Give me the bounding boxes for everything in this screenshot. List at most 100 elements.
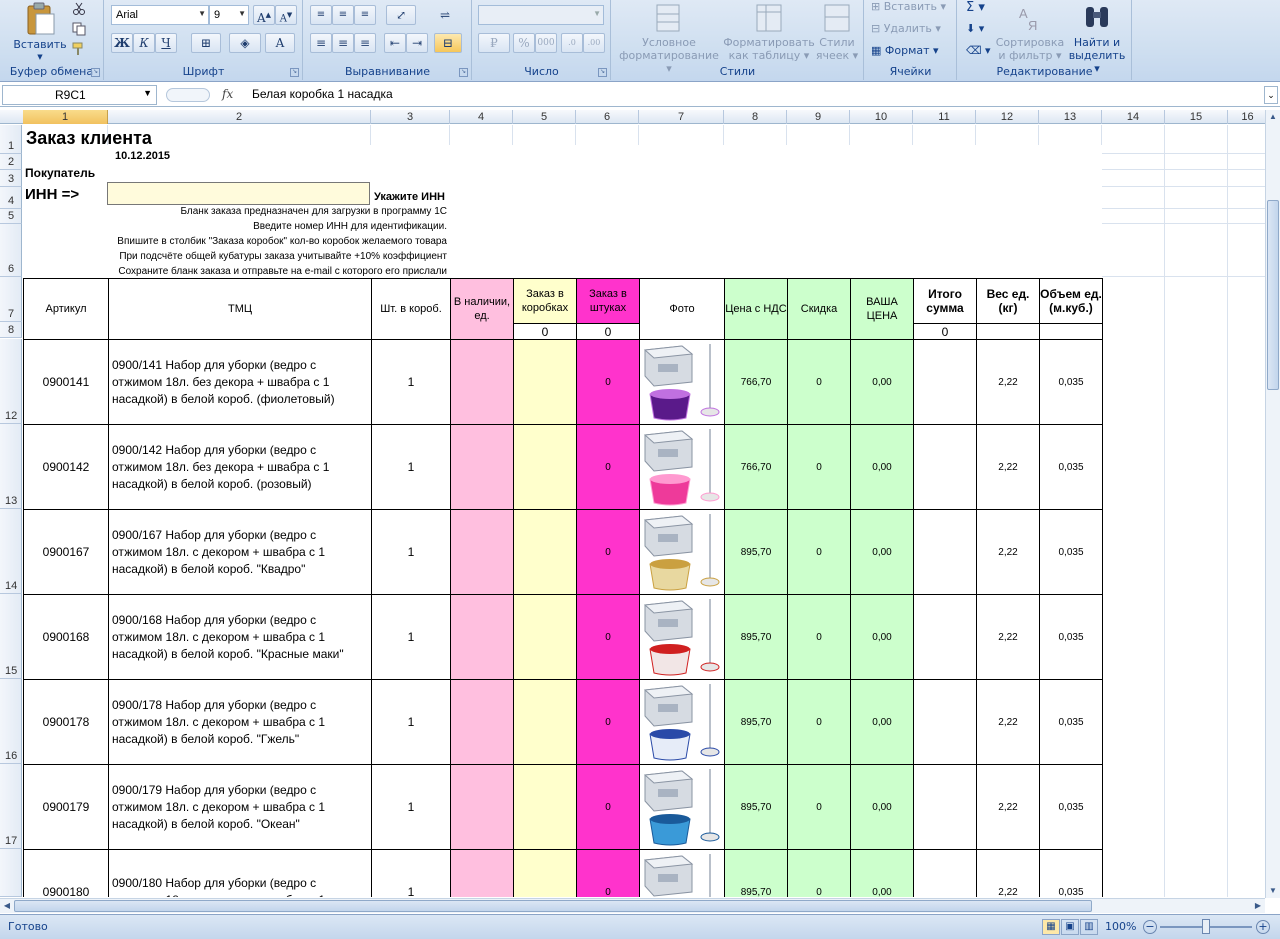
bold-button[interactable]: Ж [111, 33, 133, 53]
font-name-combo[interactable]: Arial ▼ [111, 5, 209, 25]
price-cell[interactable]: 766,70 [724, 339, 788, 425]
orientation-button[interactable]: ⤢ [386, 5, 416, 25]
font-size-combo[interactable]: 9 ▼ [209, 5, 249, 25]
column-header[interactable]: 1 [23, 110, 108, 124]
order-boxes-cell[interactable] [513, 849, 577, 897]
row-header[interactable]: 13 [0, 424, 22, 509]
volume-cell[interactable]: 0,035 [1039, 424, 1103, 510]
volume-cell[interactable]: 0,035 [1039, 679, 1103, 765]
vertical-scroll-thumb[interactable] [1267, 200, 1279, 390]
article-cell[interactable]: 0900179 [23, 764, 109, 850]
price-cell[interactable]: 895,70 [724, 509, 788, 595]
header-per-box[interactable]: Шт. в короб. [371, 278, 451, 340]
column-header[interactable]: 12 [976, 110, 1039, 124]
column-header[interactable]: 13 [1039, 110, 1102, 124]
total-cell[interactable] [913, 594, 977, 680]
price-cell[interactable]: 895,70 [724, 849, 788, 897]
article-cell[interactable]: 0900180 [23, 849, 109, 897]
weight-cell[interactable]: 2,22 [976, 424, 1040, 510]
align-bottom-button[interactable]: ≡ [354, 5, 376, 25]
borders-button[interactable]: ⊞ [191, 33, 221, 53]
note-line[interactable]: Сохраните бланк заказа и отправьте на e-… [118, 266, 447, 277]
zoom-slider-thumb[interactable] [1202, 919, 1210, 934]
product-name-cell[interactable]: 0900/179 Набор для уборки (ведро с отжим… [108, 764, 372, 850]
row-header[interactable]: 6 [0, 224, 22, 277]
per-box-cell[interactable]: 1 [371, 339, 451, 425]
horizontal-scrollbar[interactable]: ◀ ▶ [0, 898, 1265, 913]
your-price-cell[interactable]: 0,00 [850, 509, 914, 595]
total-cell[interactable] [913, 509, 977, 595]
page-break-view-icon[interactable]: ▥ [1080, 919, 1098, 935]
fill-button[interactable]: ⬇ ▾ [966, 22, 984, 35]
weight-cell[interactable]: 2,22 [976, 849, 1040, 897]
header-price[interactable]: Цена с НДС [724, 278, 788, 340]
chevron-down-icon[interactable]: ▼ [143, 88, 152, 98]
align-center-button[interactable]: ≡ [332, 33, 354, 53]
formula-input[interactable]: Белая коробка 1 насадка [252, 87, 393, 101]
order-pcs-cell[interactable]: 0 [576, 764, 640, 850]
header-total[interactable]: Итого сумма [913, 278, 977, 324]
decrease-decimal-button[interactable]: .00 [583, 33, 605, 53]
price-cell[interactable]: 766,70 [724, 424, 788, 510]
normal-view-icon[interactable]: ▦ [1042, 919, 1060, 935]
in-stock-cell[interactable] [450, 509, 514, 595]
discount-cell[interactable]: 0 [787, 594, 851, 680]
volume-cell[interactable]: 0,035 [1039, 339, 1103, 425]
header-photo[interactable]: Фото [639, 278, 725, 340]
order-boxes-cell[interactable] [513, 594, 577, 680]
your-price-cell[interactable]: 0,00 [850, 424, 914, 510]
column-header[interactable]: 7 [639, 110, 724, 124]
total-volume[interactable] [1039, 323, 1103, 340]
scroll-right-icon[interactable]: ▶ [1251, 899, 1265, 913]
article-cell[interactable]: 0900167 [23, 509, 109, 595]
alignment-launcher-icon[interactable]: ↘ [459, 68, 468, 77]
product-photo-cell[interactable] [639, 679, 725, 765]
product-photo-cell[interactable] [639, 424, 725, 510]
column-header[interactable]: 11 [913, 110, 976, 124]
inn-hint[interactable]: Укажите ИНН [374, 191, 445, 203]
in-stock-cell[interactable] [450, 339, 514, 425]
grand-total[interactable]: 0 [913, 323, 977, 340]
order-boxes-cell[interactable] [513, 424, 577, 510]
fill-color-button[interactable]: ◈ [229, 33, 261, 53]
number-launcher-icon[interactable]: ↘ [598, 68, 607, 77]
discount-cell[interactable]: 0 [787, 849, 851, 897]
header-your-price[interactable]: ВАША ЦЕНА [850, 278, 914, 340]
row-header[interactable] [0, 849, 22, 897]
cut-icon[interactable] [72, 2, 86, 16]
grow-font-button[interactable]: A▲ [253, 5, 275, 25]
weight-cell[interactable]: 2,22 [976, 509, 1040, 595]
paste-button[interactable]: Вставить ▼ [10, 2, 70, 64]
total-cell[interactable] [913, 339, 977, 425]
article-cell[interactable]: 0900178 [23, 679, 109, 765]
order-pcs-cell[interactable]: 0 [576, 509, 640, 595]
page-layout-view-icon[interactable]: ▣ [1061, 919, 1079, 935]
sort-filter-button[interactable]: АЯ Сортировка и фильтр ▾ [994, 2, 1066, 62]
row-header[interactable]: 7 [0, 277, 22, 322]
scroll-down-icon[interactable]: ▼ [1266, 884, 1280, 898]
copy-icon[interactable] [72, 22, 86, 36]
column-header[interactable]: 10 [850, 110, 913, 124]
column-header[interactable]: 8 [724, 110, 787, 124]
number-format-combo[interactable]: ▼ [478, 5, 604, 25]
in-stock-cell[interactable] [450, 849, 514, 897]
column-header[interactable]: 3 [371, 110, 450, 124]
order-date[interactable]: 10.12.2015 [115, 150, 170, 162]
merge-cells-button[interactable]: ⊟ [434, 33, 462, 53]
order-pcs-cell[interactable]: 0 [576, 594, 640, 680]
in-stock-cell[interactable] [450, 594, 514, 680]
column-header[interactable]: 15 [1165, 110, 1228, 124]
format-cells-button[interactable]: ▦ Формат ▾ [871, 44, 939, 57]
product-photo-cell[interactable] [639, 764, 725, 850]
italic-button[interactable]: К [133, 33, 155, 53]
fx-button[interactable]: fx [222, 87, 233, 101]
volume-cell[interactable]: 0,035 [1039, 764, 1103, 850]
inn-label[interactable]: ИНН => [25, 186, 79, 203]
total-order-pcs[interactable]: 0 [576, 323, 640, 340]
product-name-cell[interactable]: 0900/168 Набор для уборки (ведро с отжим… [108, 594, 372, 680]
discount-cell[interactable]: 0 [787, 764, 851, 850]
header-in-stock[interactable]: В наличии, ед. [450, 278, 514, 340]
header-order-boxes[interactable]: Заказ в коробках [513, 278, 577, 324]
total-order-boxes[interactable]: 0 [513, 323, 577, 340]
note-line[interactable]: Впишите в столбик "Заказа коробок" кол-в… [117, 236, 447, 247]
